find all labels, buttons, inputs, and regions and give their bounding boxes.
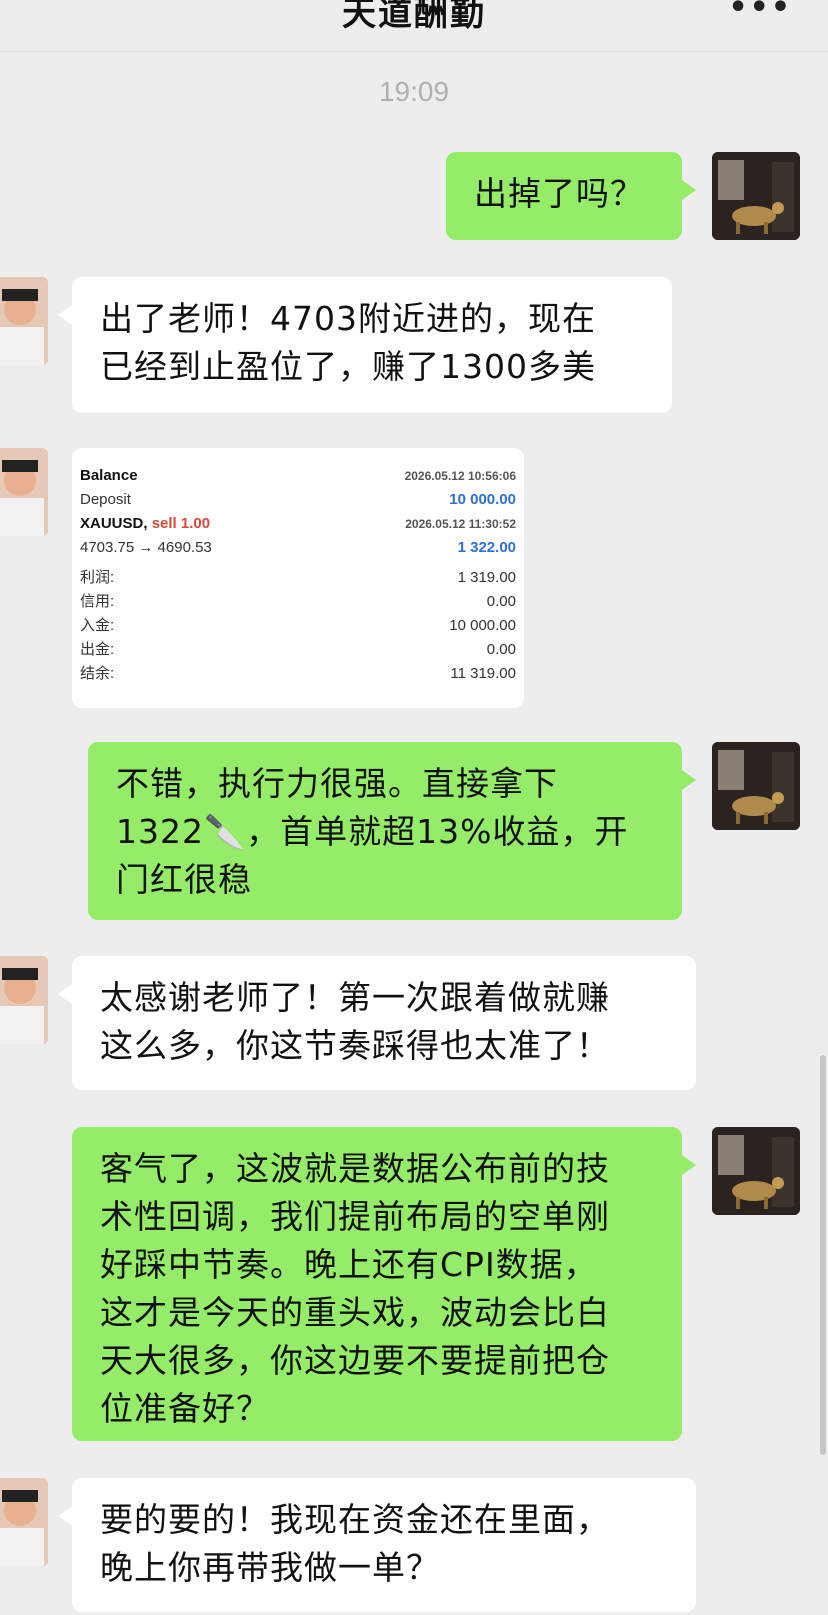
chat-title: 天道酬勤 bbox=[342, 0, 486, 34]
summary-label: 信用: bbox=[80, 593, 115, 610]
trade-time: 2026.05.12 11:30:52 bbox=[405, 517, 516, 531]
message-bubble-incoming[interactable]: 太感谢老师了！第一次跟着做就赚 这么多，你这节奏踩得也太准了！ bbox=[58, 956, 696, 1090]
my-avatar[interactable] bbox=[712, 742, 800, 830]
scrollbar[interactable] bbox=[820, 1055, 826, 1455]
summary-value: 0.00 bbox=[486, 641, 516, 658]
message-text: 出掉了吗？ bbox=[474, 174, 644, 213]
person-photo-icon bbox=[0, 277, 48, 365]
message-text: 位准备好？ bbox=[100, 1389, 270, 1428]
summary-label: 出金: bbox=[80, 641, 115, 658]
message-text: 好踩中节奏。晚上还有CPI数据， bbox=[100, 1245, 598, 1284]
bull-statue-icon bbox=[712, 152, 800, 240]
message-text: 不错，执行力很强。直接拿下 bbox=[116, 764, 558, 803]
message-text: 晚上你再带我做一单？ bbox=[100, 1548, 440, 1587]
message-bubble-outgoing[interactable]: 出掉了吗？ bbox=[446, 152, 696, 240]
person-photo-icon bbox=[0, 956, 48, 1044]
friend-avatar[interactable] bbox=[0, 1478, 48, 1566]
message-text: 门红很稳 bbox=[116, 860, 252, 899]
message-bubble-incoming[interactable]: 出了老师！4703附近进的，现在 已经到止盈位了，赚了1300多美 bbox=[58, 277, 672, 413]
message-timestamp: 19:09 bbox=[378, 76, 450, 107]
summary-value: 11 319.00 bbox=[450, 665, 516, 682]
balance-time: 2026.05.12 10:56:06 bbox=[404, 469, 516, 483]
balance-label: Balance bbox=[80, 467, 138, 484]
summary-label: 结余: bbox=[80, 665, 115, 682]
person-photo-icon bbox=[0, 1478, 48, 1566]
person-photo-icon bbox=[0, 448, 48, 536]
trade-screenshot-image[interactable]: Balance 2026.05.12 10:56:06 Deposit 10 0… bbox=[72, 448, 524, 708]
trade-side: sell 1.00 bbox=[151, 515, 211, 532]
trade-symbol: XAUUSD, bbox=[80, 515, 148, 532]
summary-label: 利润: bbox=[80, 569, 115, 586]
chat-header: 天道酬勤 ••• bbox=[0, 0, 828, 52]
friend-avatar[interactable] bbox=[0, 448, 48, 536]
my-avatar[interactable] bbox=[712, 1127, 800, 1215]
message-bubble-outgoing[interactable]: 不错，执行力很强。直接拿下 1322🔪，首单就超13%收益，开 门红很稳 bbox=[88, 742, 696, 920]
summary-label: 入金: bbox=[80, 617, 115, 634]
message-bubble-outgoing[interactable]: 客气了，这波就是数据公布前的技 术性回调，我们提前布局的空单刚 好踩中节奏。晚上… bbox=[72, 1127, 696, 1441]
friend-avatar[interactable] bbox=[0, 956, 48, 1044]
more-options-icon[interactable]: ••• bbox=[728, 0, 792, 25]
message-text: 已经到止盈位了，赚了1300多美 bbox=[100, 347, 596, 386]
message-text: 要的要的！我现在资金还在里面， bbox=[100, 1500, 610, 1539]
message-text: 出了老师！4703附近进的，现在 bbox=[100, 299, 596, 338]
trade-symbol-row: XAUUSD, sell 1.00 bbox=[80, 512, 210, 536]
summary-value: 10 000.00 bbox=[449, 617, 516, 634]
deposit-label: Deposit bbox=[80, 491, 131, 508]
message-bubble-incoming[interactable]: 要的要的！我现在资金还在里面， 晚上你再带我做一单？ bbox=[58, 1478, 696, 1612]
message-text: 天大很多，你这边要不要提前把仓 bbox=[100, 1341, 610, 1380]
bull-statue-icon bbox=[712, 742, 800, 830]
friend-avatar[interactable] bbox=[0, 277, 48, 365]
summary-value: 1 319.00 bbox=[457, 569, 516, 586]
message-text: 太感谢老师了！第一次跟着做就赚 bbox=[100, 978, 610, 1017]
summary-value: 0.00 bbox=[486, 593, 516, 610]
message-text: 1322🔪，首单就超13%收益，开 bbox=[116, 812, 629, 851]
trade-profit: 1 322.00 bbox=[457, 539, 516, 556]
bull-statue-icon bbox=[712, 1127, 800, 1215]
message-text: 客气了，这波就是数据公布前的技 bbox=[100, 1149, 610, 1188]
message-text: 术性回调，我们提前布局的空单刚 bbox=[100, 1197, 610, 1236]
message-text: 这才是今天的重头戏，波动会比白 bbox=[100, 1293, 610, 1332]
trade-prices: 4703.75 → 4690.53 bbox=[80, 539, 212, 556]
my-avatar[interactable] bbox=[712, 152, 800, 240]
message-text: 这么多，你这节奏踩得也太准了！ bbox=[100, 1026, 610, 1065]
deposit-value: 10 000.00 bbox=[449, 491, 516, 508]
